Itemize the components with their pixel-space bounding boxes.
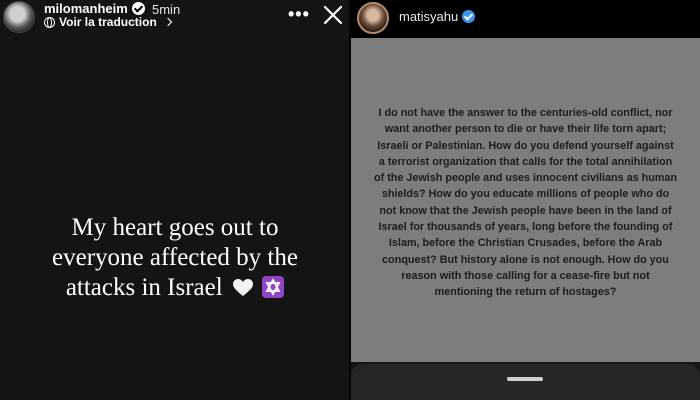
avatar[interactable] bbox=[357, 2, 389, 34]
story-line: everyone affected by the bbox=[52, 244, 298, 271]
translation-label: Voir la traduction bbox=[59, 15, 157, 29]
bottom-sheet[interactable] bbox=[351, 364, 700, 400]
globe-icon bbox=[44, 16, 55, 28]
white-heart-icon bbox=[232, 279, 253, 296]
avatar[interactable] bbox=[3, 1, 35, 33]
story-header: matisyahu bbox=[351, 0, 700, 38]
right-story-panel: matisyahu I do not have the answer to th… bbox=[351, 0, 700, 400]
story-caption: My heart goes out to everyone affected b… bbox=[10, 213, 340, 303]
chevron-right-icon bbox=[163, 17, 173, 27]
username-label[interactable]: milomanheim bbox=[44, 1, 128, 16]
story-text-card: I do not have the answer to the centurie… bbox=[351, 38, 700, 362]
story-line: My heart goes out to bbox=[71, 214, 279, 241]
more-options-icon[interactable]: ••• bbox=[288, 4, 310, 25]
left-story-panel: milomanheim 5min Voir la traduction ••• … bbox=[0, 0, 349, 400]
story-line-with-emoji: attacks in Israel bbox=[10, 273, 340, 303]
story-statement: I do not have the answer to the centurie… bbox=[374, 107, 677, 299]
verified-badge-icon bbox=[462, 10, 476, 23]
story-line: attacks in Israel bbox=[65, 274, 223, 301]
story-username[interactable]: matisyahu bbox=[399, 9, 476, 24]
drag-handle[interactable] bbox=[507, 377, 543, 381]
see-translation-link[interactable]: Voir la traduction bbox=[44, 15, 173, 29]
close-icon[interactable] bbox=[322, 4, 344, 26]
star-of-david-icon bbox=[262, 276, 285, 298]
username-label[interactable]: matisyahu bbox=[399, 9, 458, 24]
verified-badge-icon bbox=[131, 2, 145, 15]
story-username[interactable]: milomanheim bbox=[44, 1, 145, 16]
